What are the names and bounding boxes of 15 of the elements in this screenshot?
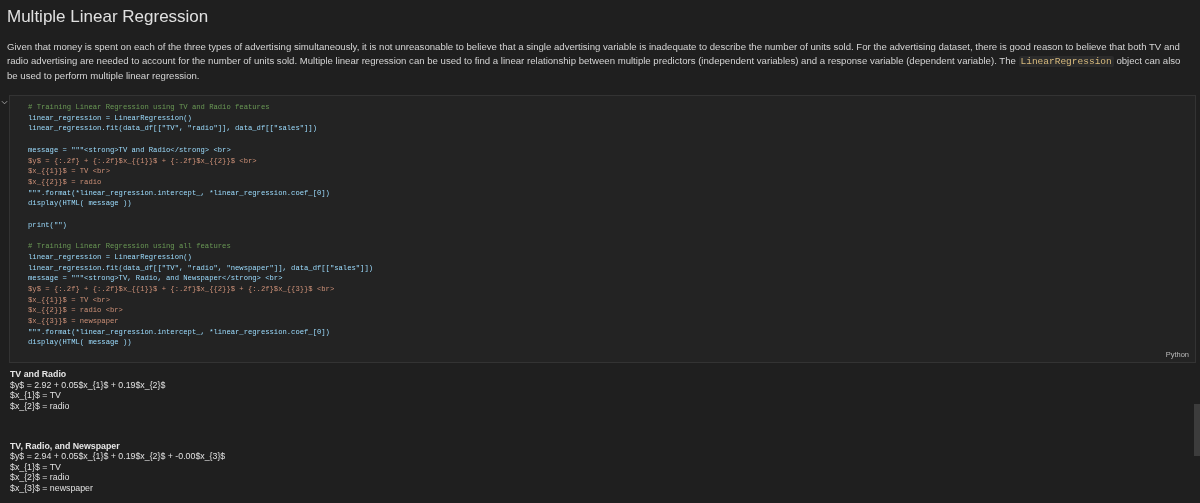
scrollbar-thumb[interactable] — [1194, 404, 1200, 456]
code-cell[interactable] — [9, 95, 1196, 364]
output-line: $y$ = 2.94 + 0.05$x_{1}$ + 0.19$x_{2}$ + -0.00$x_{3}$ — [10, 451, 226, 462]
output-line: $x_{1}$ = TV — [10, 461, 61, 473]
inline-code: LinearRegression — [1018, 56, 1114, 67]
output-title: TV, Radio, and Newspaper — [10, 440, 121, 452]
output-line: $x_{3}$ = newspaper — [10, 482, 93, 494]
output-line: $x_{2}$ = radio — [10, 472, 70, 483]
output-line: $y$ = 2.92 + 0.05$x_{1}$ + 0.19$x_{2}$ — [10, 379, 166, 391]
description-paragraph: Given that money is spent on each of the three types of advertising simultaneously, it is not unreasonable to believe that a single advertising variable is inadequate to describe the number of units sold. For the advertising dataset, there is good reason to believe that both TV and radio advertising are needed to account for the number of units sold. Multiple linear regression can be used to find a linear relationship between multiple predictors (independent variables) and a response variable (dependent variable). The LinearRegression object can also be used to perform multiple linear regression. — [7, 40, 1182, 83]
output-line: $x_{1}$ = TV — [10, 390, 61, 401]
output-title: TV and Radio — [10, 369, 68, 380]
section-heading: Multiple Linear Regression — [7, 6, 210, 28]
output-line: $x_{2}$ = radio — [10, 400, 70, 412]
chevron-icon[interactable] — [1, 100, 8, 105]
